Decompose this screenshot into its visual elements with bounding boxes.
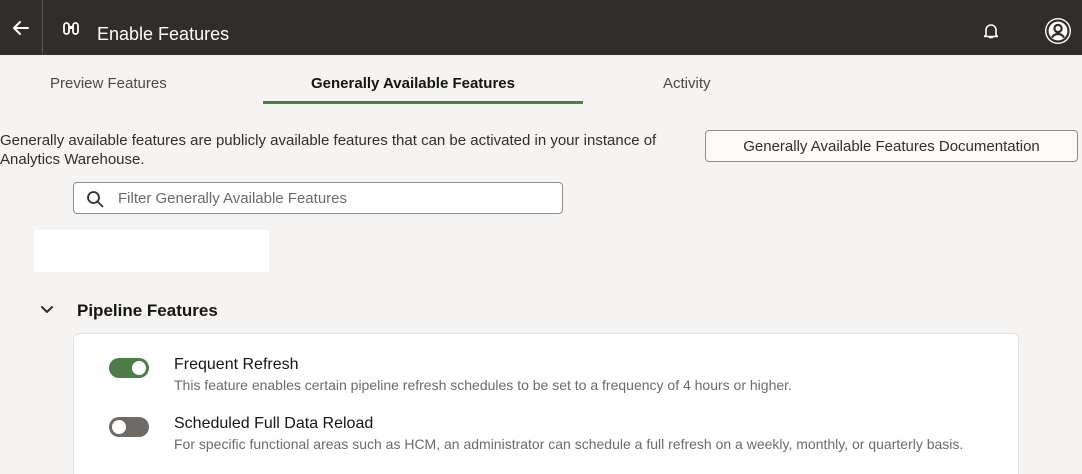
arrow-left-icon xyxy=(13,20,29,35)
bell-icon xyxy=(984,24,998,39)
frequent-refresh-toggle[interactable] xyxy=(109,358,149,378)
user-avatar-icon[interactable] xyxy=(1043,16,1073,46)
binoculars-icon xyxy=(63,22,79,35)
toggle-knob xyxy=(132,361,146,375)
app-header: Enable Features xyxy=(0,0,1082,55)
feature-title: Scheduled Full Data Reload xyxy=(174,415,374,432)
chevron-down-icon[interactable] xyxy=(40,305,54,315)
back-button[interactable] xyxy=(0,0,42,55)
features-card: Frequent Refresh This feature enables ce… xyxy=(73,333,1019,474)
feature-title: Frequent Refresh xyxy=(174,356,299,373)
scheduled-full-data-reload-toggle[interactable] xyxy=(109,417,149,437)
documentation-button[interactable]: Generally Available Features Documentati… xyxy=(705,130,1078,162)
toggle-knob xyxy=(112,420,126,434)
tab-activity[interactable]: Activity xyxy=(663,74,711,94)
selected-tab-indicator xyxy=(263,101,583,104)
search-icon xyxy=(87,191,104,208)
feature-description: This feature enables certain pipeline re… xyxy=(174,377,792,393)
filter-field[interactable] xyxy=(73,182,563,214)
feature-description: For specific functional areas such as HC… xyxy=(174,436,964,452)
header-divider xyxy=(42,0,43,55)
notifications-button[interactable] xyxy=(980,20,1002,42)
section-title: Pipeline Features xyxy=(77,301,218,320)
page-title: Enable Features xyxy=(97,24,230,44)
filter-input[interactable] xyxy=(118,184,558,212)
tab-generally-available-features[interactable]: Generally Available Features xyxy=(311,74,515,94)
page-description: Generally available features are publicl… xyxy=(0,132,657,168)
tab-preview-features[interactable]: Preview Features xyxy=(50,74,167,94)
blank-panel xyxy=(34,230,269,272)
